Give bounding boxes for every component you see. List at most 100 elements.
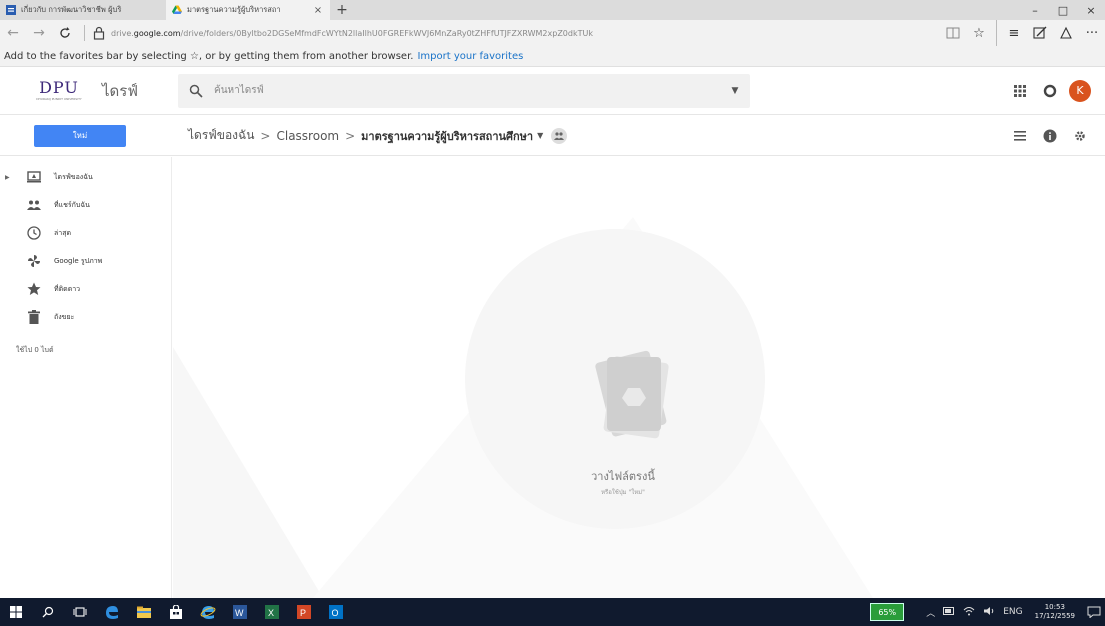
new-tab-button[interactable]: +	[330, 0, 354, 20]
sidebar-item-recent[interactable]: ล่าสุด	[0, 219, 171, 247]
sidebar-item-label: ล่าสุด	[54, 228, 72, 237]
breadcrumb-separator: >	[260, 128, 271, 143]
address-bar: ← → drive.google.com/drive/folders/0Bylt…	[0, 20, 1105, 46]
sidebar-item-google-photos[interactable]: Google รูปภาพ	[0, 247, 171, 275]
web-note-icon[interactable]	[1027, 20, 1053, 46]
shared-people-icon	[26, 197, 42, 213]
empty-state-title: วางไฟล์ตรงนี้	[591, 470, 655, 483]
system-tray: 65% ︿ ENG 10:53 17/12/2559	[870, 598, 1105, 626]
sidebar-item-label: ที่แชร์กับฉัน	[54, 200, 90, 209]
address-bar-actions: ☆ ≡ ···	[940, 20, 1105, 46]
hub-icon[interactable]: ≡	[1001, 20, 1027, 46]
drive-icon	[26, 169, 42, 185]
photos-pinwheel-icon	[26, 253, 42, 269]
toolbar-actions	[1005, 121, 1105, 151]
windows-taskbar: W X P O 65% ︿ ENG 10:53 17/12/2559	[0, 598, 1105, 626]
divider	[996, 20, 997, 46]
breadcrumb-my-drive[interactable]: ไดรฟ์ของฉัน	[188, 126, 254, 145]
action-center-icon[interactable]	[1083, 606, 1105, 618]
maximize-button[interactable]: □	[1049, 0, 1077, 20]
header-actions: K	[1005, 76, 1105, 106]
search-icon[interactable]	[178, 74, 214, 108]
favorite-star-icon[interactable]: ☆	[966, 20, 992, 46]
volume-icon[interactable]	[983, 606, 995, 619]
sidebar-item-trash[interactable]: ถังขยะ	[0, 303, 171, 331]
sidebar-item-starred[interactable]: ที่ติดดาว	[0, 275, 171, 303]
outlook-icon[interactable]: O	[320, 598, 352, 626]
avatar-letter: K	[1069, 79, 1091, 102]
notifications-icon[interactable]	[1035, 76, 1065, 106]
browser-tab-active[interactable]: มาตรฐานความรู้ผู้บริหารสถา ×	[166, 0, 330, 20]
star-icon	[26, 281, 42, 297]
svg-text:O: O	[332, 608, 339, 618]
sidebar-item-my-drive[interactable]: ▶ ไดรฟ์ของฉัน	[0, 163, 171, 191]
clock[interactable]: 10:53 17/12/2559	[1035, 603, 1075, 621]
info-icon[interactable]	[1035, 121, 1065, 151]
dpu-logo[interactable]: DPU DHURAKIJ PUNDIT UNIVERSITY	[0, 67, 98, 115]
lock-icon[interactable]	[91, 20, 107, 46]
powerpoint-icon[interactable]: P	[288, 598, 320, 626]
reading-view-icon[interactable]	[940, 20, 966, 46]
edge-browser-icon[interactable]	[96, 598, 128, 626]
expand-arrow-icon[interactable]: ▶	[5, 174, 10, 181]
battery-icon[interactable]	[943, 606, 955, 618]
url-prefix: drive.	[111, 28, 134, 38]
breadcrumb-classroom[interactable]: Classroom	[276, 129, 339, 143]
file-explorer-icon[interactable]	[128, 598, 160, 626]
file-list-area[interactable]: วางไฟล์ตรงนี้ หรือใช้ปุ่ม "ใหม่"	[173, 157, 1105, 598]
favorites-bar: Add to the favorites bar by selecting ☆,…	[0, 46, 1105, 67]
breadcrumb-current-folder[interactable]: มาตรฐานความรู้ผู้บริหารสถานศึกษา	[361, 127, 533, 145]
empty-folder-drive-icon	[595, 350, 669, 439]
sidebar-item-label: ที่ติดดาว	[54, 284, 81, 293]
close-window-button[interactable]: ×	[1077, 0, 1105, 20]
logo-text: DPU	[39, 77, 79, 97]
search-icon[interactable]	[32, 598, 64, 626]
sidebar-item-label: Google รูปภาพ	[54, 256, 103, 265]
svg-text:X: X	[268, 608, 274, 618]
sidebar-item-shared[interactable]: ที่แชร์กับฉัน	[0, 191, 171, 219]
word-icon[interactable]: W	[224, 598, 256, 626]
task-view-icon[interactable]	[64, 598, 96, 626]
windows-start-icon[interactable]	[0, 598, 32, 626]
favorites-message: Add to the favorites bar by selecting ☆,…	[4, 50, 414, 62]
storage-usage[interactable]: ใช้ไป 0 ไบต์	[0, 345, 171, 356]
more-icon[interactable]: ···	[1079, 20, 1105, 46]
search-input[interactable]: ค้นหาไดรฟ์	[214, 83, 720, 98]
browser-tab[interactable]: เกี่ยวกับ การพัฒนาวิชาชีพ ผู้บริ	[0, 0, 166, 20]
share-icon[interactable]	[1053, 20, 1079, 46]
show-hidden-icons-chevron-icon[interactable]: ︿	[926, 606, 935, 619]
import-favorites-link[interactable]: Import your favorites	[417, 51, 523, 62]
url-field[interactable]: drive.google.com/drive/folders/0Byltbo2D…	[111, 29, 831, 38]
product-name: ไดรฟ์	[102, 81, 138, 100]
list-view-icon[interactable]	[1005, 121, 1035, 151]
account-avatar[interactable]: K	[1065, 76, 1095, 106]
forward-arrow-icon[interactable]: →	[26, 20, 52, 46]
tab-title: มาตรฐานความรู้ผู้บริหารสถา	[187, 5, 281, 14]
shared-folder-icon[interactable]	[551, 127, 568, 144]
battery-indicator[interactable]: 65%	[870, 603, 905, 621]
url-path: /drive/folders/0Byltbo2DGSeMfmdFcWYtN2ll…	[180, 28, 593, 38]
folder-menu-caret-icon[interactable]: ▼	[537, 131, 543, 140]
search-box[interactable]: ค้นหาไดรฟ์ ▼	[178, 73, 750, 108]
store-icon[interactable]	[160, 598, 192, 626]
refresh-icon[interactable]	[52, 20, 78, 46]
wifi-icon[interactable]	[963, 606, 975, 619]
apps-grid-icon[interactable]	[1005, 76, 1035, 106]
excel-icon[interactable]: X	[256, 598, 288, 626]
drive-toolbar: ใหม่ ไดรฟ์ของฉัน > Classroom > มาตรฐานคว…	[0, 116, 1105, 156]
internet-explorer-icon[interactable]	[192, 598, 224, 626]
browser-tab-bar: เกี่ยวกับ การพัฒนาวิชาชีพ ผู้บริ มาตรฐาน…	[0, 0, 1105, 20]
clock-date: 17/12/2559	[1034, 612, 1075, 620]
tab-close-icon[interactable]: ×	[312, 5, 324, 16]
settings-gear-icon[interactable]	[1065, 121, 1095, 151]
search-options-caret-icon[interactable]: ▼	[720, 86, 750, 96]
sidebar-item-label: ไดรฟ์ของฉัน	[54, 172, 93, 181]
sidebar: ▶ ไดรฟ์ของฉัน ที่แชร์กับฉัน ล่าสุด Googl…	[0, 157, 172, 598]
empty-state-subtitle: หรือใช้ปุ่ม "ใหม่"	[601, 489, 645, 496]
back-arrow-icon[interactable]: ←	[0, 20, 26, 46]
minimize-button[interactable]: –	[1021, 0, 1049, 20]
drive-header: DPU DHURAKIJ PUNDIT UNIVERSITY ไดรฟ์ ค้น…	[0, 67, 1105, 115]
breadcrumb: ไดรฟ์ของฉัน > Classroom > มาตรฐานความรู้…	[188, 126, 568, 145]
new-button[interactable]: ใหม่	[34, 124, 126, 147]
language-indicator[interactable]: ENG	[1003, 607, 1022, 617]
